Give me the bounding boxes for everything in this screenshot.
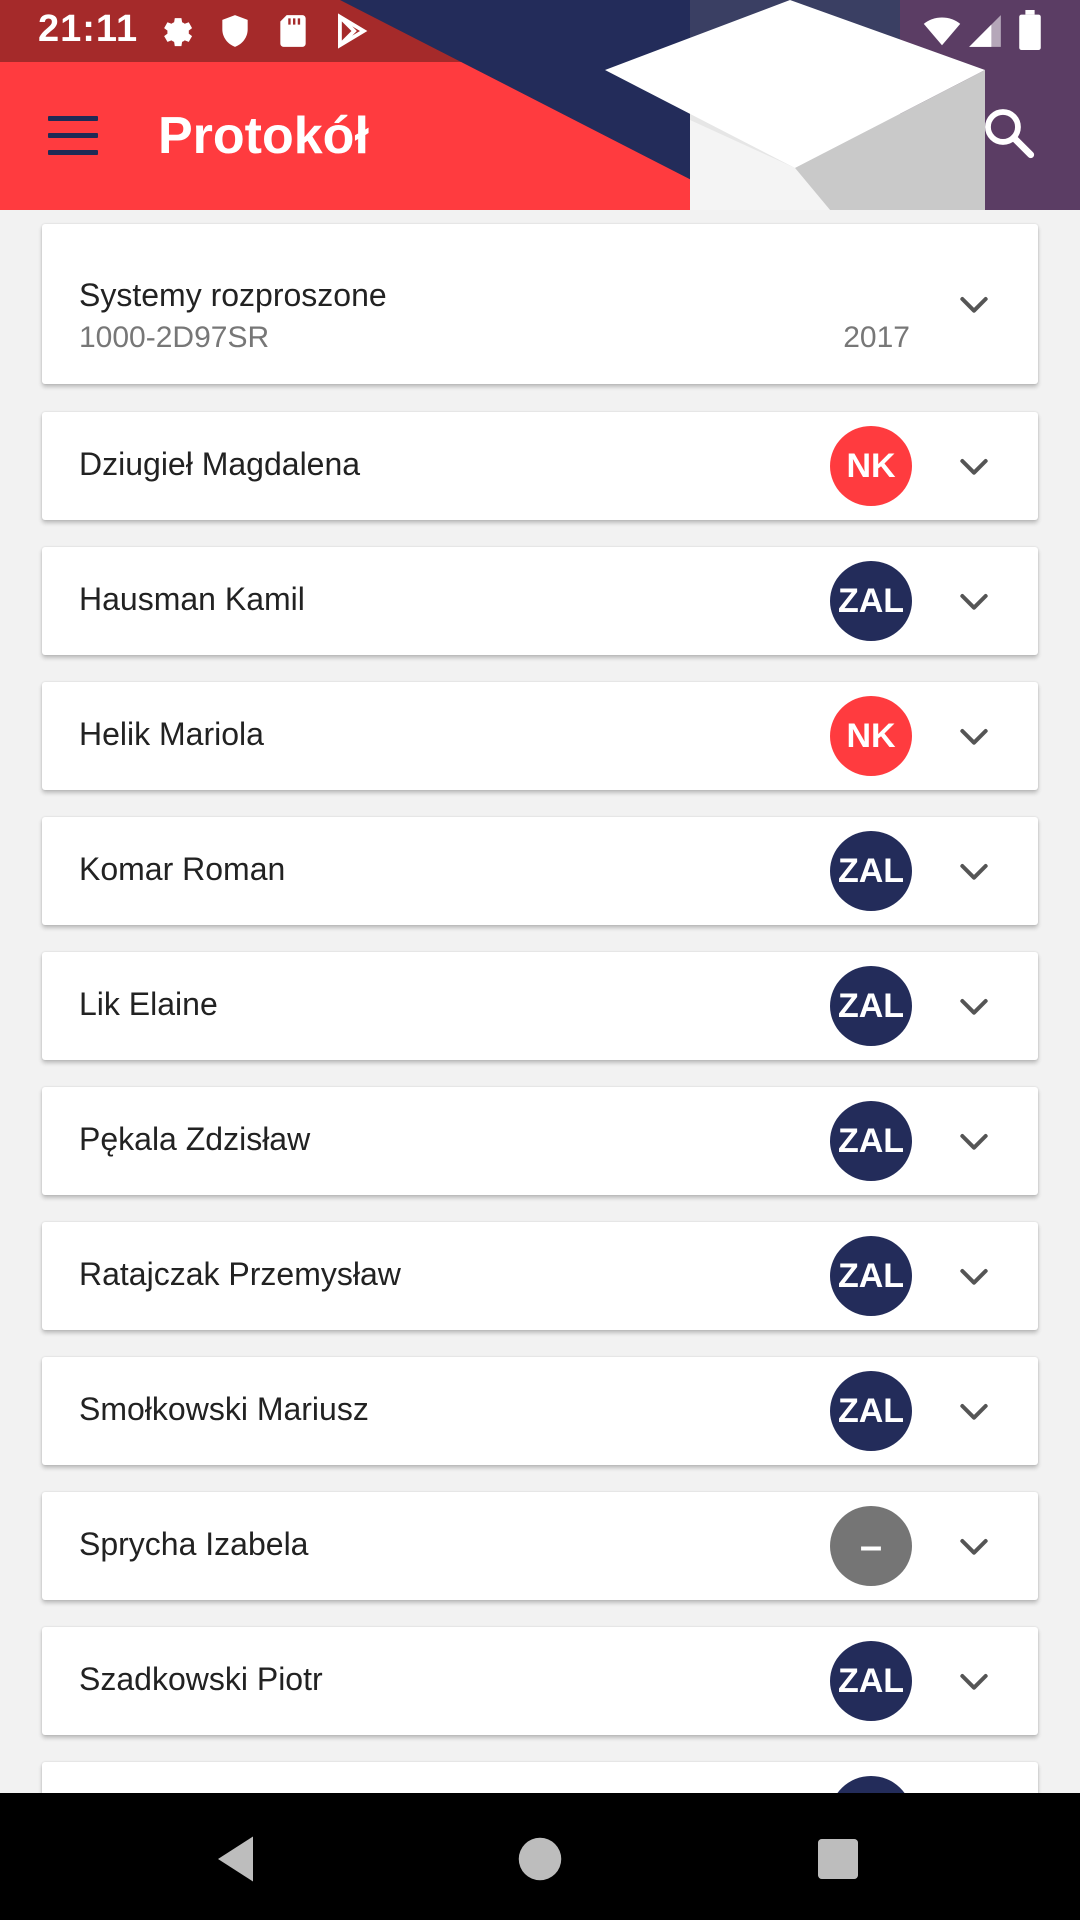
home-button[interactable] bbox=[510, 1829, 570, 1889]
grade-badge: NK bbox=[830, 426, 912, 506]
student-name: Sprycha Izabela bbox=[79, 1526, 309, 1562]
student-row[interactable]: Smołkowski Mariusz ZAL bbox=[42, 1357, 1038, 1465]
chevron-down-icon[interactable] bbox=[954, 1256, 994, 1296]
sd-card-icon bbox=[280, 15, 306, 47]
student-name: Hausman Kamil bbox=[79, 581, 305, 617]
recents-button[interactable] bbox=[808, 1829, 868, 1889]
app-header: 21:11 Protokół bbox=[0, 0, 1080, 210]
search-button[interactable] bbox=[980, 104, 1050, 174]
chevron-down-icon[interactable] bbox=[954, 716, 994, 756]
back-icon bbox=[218, 1836, 253, 1882]
student-row[interactable]: Szadkowski Piotr ZAL bbox=[42, 1627, 1038, 1735]
grade-badge: ZAL bbox=[830, 1371, 912, 1451]
student-row[interactable]: Helik Mariola NK bbox=[42, 682, 1038, 790]
student-row[interactable]: Dziugieł Magdalena NK bbox=[42, 412, 1038, 520]
chevron-down-icon[interactable] bbox=[954, 581, 994, 621]
grade-badge: ZAL bbox=[830, 966, 912, 1046]
navigation-bar bbox=[0, 1793, 1080, 1920]
course-card[interactable]: Systemy rozproszone 1000-2D97SR 2017 bbox=[42, 224, 1038, 384]
student-row[interactable]: Hausman Kamil ZAL bbox=[42, 547, 1038, 655]
grade-badge: NK bbox=[830, 696, 912, 776]
shield-icon bbox=[222, 15, 248, 47]
battery-icon bbox=[1019, 10, 1041, 50]
chevron-down-icon[interactable] bbox=[954, 1121, 994, 1161]
grade-badge: – bbox=[830, 1506, 912, 1586]
student-name: Komar Roman bbox=[79, 851, 286, 887]
chevron-down-icon[interactable] bbox=[954, 1391, 994, 1431]
play-store-icon bbox=[338, 13, 368, 49]
signal-icon bbox=[969, 15, 1001, 47]
grade-badge: ZAL bbox=[830, 561, 912, 641]
student-name: Lik Elaine bbox=[79, 986, 218, 1022]
course-year: 2017 bbox=[843, 321, 910, 354]
student-name: Smołkowski Mariusz bbox=[79, 1391, 369, 1427]
chevron-down-icon[interactable] bbox=[954, 446, 994, 486]
grade-badge: ZAL bbox=[830, 1236, 912, 1316]
chevron-down-icon[interactable] bbox=[954, 1526, 994, 1566]
student-row[interactable]: Komar Roman ZAL bbox=[42, 817, 1038, 925]
student-row[interactable]: Pękala Zdzisław ZAL bbox=[42, 1087, 1038, 1195]
gear-icon bbox=[164, 18, 193, 47]
student-row[interactable] bbox=[42, 1762, 1038, 1793]
student-row[interactable]: Ratajczak Przemysław ZAL bbox=[42, 1222, 1038, 1330]
grade-badge: ZAL bbox=[830, 1101, 912, 1181]
page-title: Protokół bbox=[158, 107, 369, 165]
screen: 21:11 Protokół Systemy rozproszone 1000-… bbox=[0, 0, 1080, 1920]
chevron-down-icon[interactable] bbox=[954, 851, 994, 891]
recents-icon bbox=[818, 1839, 858, 1879]
student-name: Ratajczak Przemysław bbox=[79, 1256, 401, 1292]
back-button[interactable] bbox=[208, 1829, 268, 1889]
student-name: Dziugieł Magdalena bbox=[79, 446, 361, 482]
home-icon bbox=[518, 1837, 562, 1881]
student-row[interactable]: Sprycha Izabela – bbox=[42, 1492, 1038, 1600]
search-icon bbox=[985, 109, 1035, 159]
grade-badge: ZAL bbox=[830, 1641, 912, 1721]
chevron-down-icon[interactable] bbox=[954, 986, 994, 1026]
menu-button[interactable] bbox=[36, 104, 108, 168]
status-time: 21:11 bbox=[38, 8, 139, 50]
student-name: Helik Mariola bbox=[79, 716, 264, 752]
course-name: Systemy rozproszone bbox=[79, 277, 387, 313]
chevron-down-icon[interactable] bbox=[954, 284, 994, 324]
student-name: Szadkowski Piotr bbox=[79, 1661, 323, 1697]
status-bar: 21:11 bbox=[0, 0, 1080, 62]
student-name: Pękala Zdzisław bbox=[79, 1121, 311, 1157]
grade-badge bbox=[830, 1776, 912, 1793]
protocol-list[interactable]: Systemy rozproszone 1000-2D97SR 2017 Dzi… bbox=[0, 210, 1080, 1793]
chevron-down-icon[interactable] bbox=[954, 1661, 994, 1701]
course-code: 1000-2D97SR bbox=[79, 321, 270, 354]
toolbar: Protokół bbox=[0, 62, 1080, 210]
grade-badge: ZAL bbox=[830, 831, 912, 911]
wifi-icon bbox=[923, 17, 961, 46]
student-row[interactable]: Lik Elaine ZAL bbox=[42, 952, 1038, 1060]
